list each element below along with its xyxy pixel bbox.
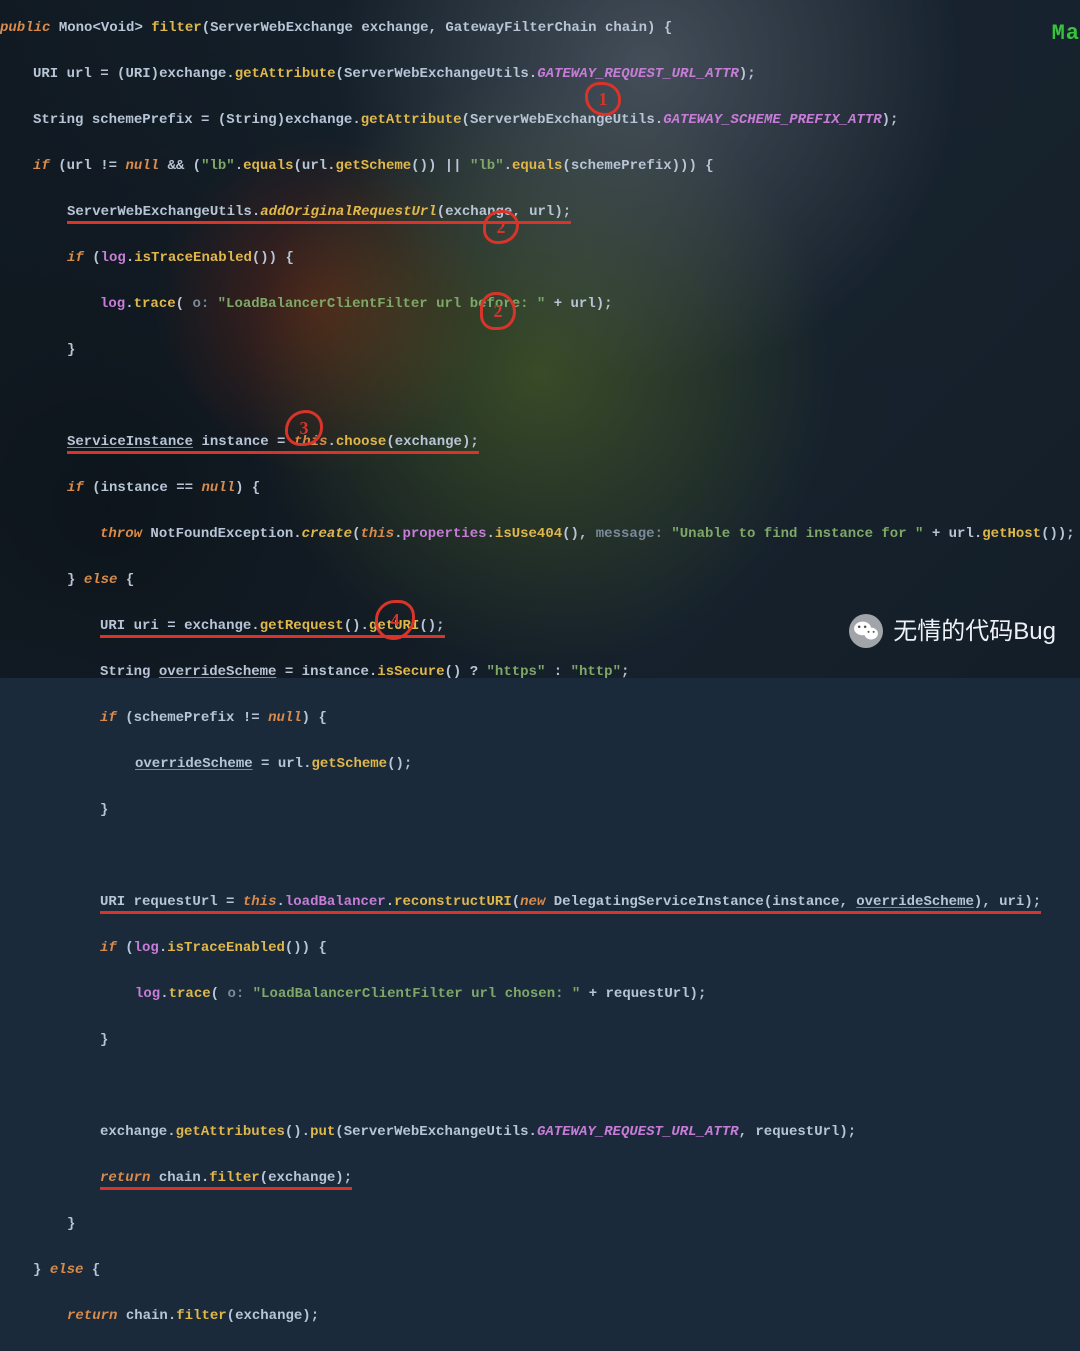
keyword-public: public bbox=[0, 20, 50, 36]
code-line: URI url = (URI)exchange.getAttribute(Ser… bbox=[0, 63, 1080, 86]
code-line: if (instance == null) { bbox=[0, 477, 1080, 500]
corner-label: Ma bbox=[1052, 22, 1080, 45]
code-line: ServiceInstance instance = this.choose(e… bbox=[0, 431, 1080, 454]
annotation-circle-2b: 2 bbox=[480, 292, 516, 330]
code-line: log.trace( o: "LoadBalancerClientFilter … bbox=[0, 293, 1080, 316]
code-line: public Mono<Void> filter(ServerWebExchan… bbox=[0, 17, 1080, 40]
code-line: if (log.isTraceEnabled()) { bbox=[0, 247, 1080, 270]
watermark: 无情的代码Bug bbox=[849, 614, 1056, 648]
code-line: } bbox=[0, 339, 1080, 362]
code-line: } else { bbox=[0, 569, 1080, 592]
underlined-call-2: ServiceInstance instance = this.choose(e… bbox=[67, 434, 479, 454]
code-line: String schemePrefix = (String)exchange.g… bbox=[0, 109, 1080, 132]
code-line: String overrideScheme = instance.isSecur… bbox=[0, 661, 1080, 684]
code-line: throw NotFoundException.create(this.prop… bbox=[0, 523, 1080, 546]
underlined-call-4: return chain.filter(exchange); bbox=[100, 1170, 352, 1190]
code-line: if (log.isTraceEnabled()) { bbox=[0, 937, 1080, 960]
code-line: ServerWebExchangeUtils.addOriginalReques… bbox=[0, 201, 1080, 224]
code-line: if (url != null && ("lb".equals(url.getS… bbox=[0, 155, 1080, 178]
code-line: exchange.getAttributes().put(ServerWebEx… bbox=[0, 1121, 1080, 1144]
underlined-call-3: URI requestUrl = this.loadBalancer.recon… bbox=[100, 894, 1041, 914]
code-line bbox=[0, 1075, 1080, 1098]
code-line: return chain.filter(exchange); bbox=[0, 1167, 1080, 1190]
annotation-circle-1: 1 bbox=[585, 82, 621, 116]
code-line: URI requestUrl = this.loadBalancer.recon… bbox=[0, 891, 1080, 914]
watermark-text: 无情的代码Bug bbox=[893, 620, 1056, 643]
code-line: if (schemePrefix != null) { bbox=[0, 707, 1080, 730]
annotation-circle-3: 3 bbox=[285, 410, 323, 446]
code-line bbox=[0, 845, 1080, 868]
code-line: log.trace( o: "LoadBalancerClientFilter … bbox=[0, 983, 1080, 1006]
code-line: return chain.filter(exchange); bbox=[0, 1305, 1080, 1328]
wechat-icon bbox=[849, 614, 883, 648]
code-line: } else { bbox=[0, 1259, 1080, 1282]
code-editor-viewport[interactable]: public Mono<Void> filter(ServerWebExchan… bbox=[0, 14, 1080, 664]
code-line: overrideScheme = url.getScheme(); bbox=[0, 753, 1080, 776]
code-line: } bbox=[0, 1029, 1080, 1052]
code-line: } bbox=[0, 1213, 1080, 1236]
code-line: } bbox=[0, 799, 1080, 822]
code-line bbox=[0, 385, 1080, 408]
